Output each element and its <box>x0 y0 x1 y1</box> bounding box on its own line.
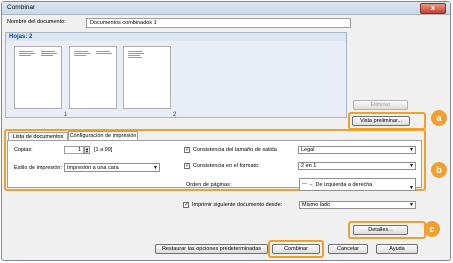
details-button[interactable]: Detalles... <box>353 225 408 235</box>
format-select[interactable]: 2 en 1 ▼ <box>298 162 416 170</box>
print-style-select[interactable]: Impresión a una cara ▼ <box>64 163 160 172</box>
badge-a: a <box>431 110 447 126</box>
doc-name-label: Nombre del documento: <box>7 19 66 25</box>
sheets-header: Hojas: 2 <box>6 33 346 41</box>
copies-input[interactable]: 1 <box>64 146 84 154</box>
page-number-1: 1 <box>64 112 68 118</box>
chevron-down-icon: ▼ <box>409 202 414 208</box>
chevron-down-icon: ▼ <box>409 147 414 153</box>
doc-name-input[interactable]: Documentos combinados 1 <box>86 18 351 28</box>
badge-b: b <box>431 162 447 178</box>
page-order-label: Orden de páginas: <box>186 182 232 188</box>
chevron-down-icon: ▼ <box>153 165 158 171</box>
window-title: Combinar <box>7 4 36 11</box>
preview-button[interactable]: Vista preliminar... <box>352 116 410 126</box>
output-size-value: Legal <box>301 147 315 153</box>
page-thumbnail[interactable] <box>69 46 117 109</box>
copies-stepper[interactable]: ▲ ▼ <box>84 146 90 154</box>
output-size-select[interactable]: Legal ▼ <box>298 146 416 154</box>
print-style-label: Estilo de impresión: <box>14 165 62 171</box>
chevron-down-icon: ▼ <box>409 185 414 191</box>
restore-defaults-button[interactable]: Restaurar las opciones predeterminadas <box>155 244 268 254</box>
copies-range: [1 a 99] <box>94 147 113 153</box>
format-value: 2 en 1 <box>301 163 317 169</box>
page-order-value: De izquierda a derecha <box>315 182 373 188</box>
right-arrow-icon: ─→ <box>302 181 314 188</box>
combine-button[interactable]: Combinar <box>272 244 320 254</box>
combine-dialog: Combinar x Nombre del documento: Documen… <box>1 1 451 261</box>
output-size-checkbox[interactable]: ✓ <box>184 147 190 153</box>
page-number-2: 2 <box>173 112 177 118</box>
next-doc-label: Imprimir siguiente documento desde: <box>192 202 283 208</box>
copies-label: Copias: <box>14 147 33 153</box>
cancel-button[interactable]: Cancelar <box>328 244 368 254</box>
help-button[interactable]: Ayuda <box>376 244 418 254</box>
page-order-select[interactable]: ─→ De izquierda a derecha ▼ <box>299 178 416 191</box>
next-doc-value: Mismo lado <box>302 202 331 208</box>
page-thumbnail[interactable] <box>14 46 62 109</box>
format-label: Consistencia en el formato: <box>193 163 260 169</box>
chevron-down-icon: ▼ <box>409 163 414 169</box>
next-doc-select[interactable]: Mismo lado ▼ <box>299 201 416 209</box>
next-doc-checkbox[interactable]: ✓ <box>183 202 189 208</box>
close-icon[interactable]: x <box>420 3 446 14</box>
title-bar[interactable]: Combinar x <box>2 2 450 15</box>
sheets-panel: Hojas: 2 1 2 <box>5 32 347 118</box>
print-style-value: Impresión a una cara <box>67 165 119 171</box>
page-thumbnail[interactable] <box>123 46 171 109</box>
badge-c: c <box>424 221 440 237</box>
format-checkbox[interactable]: ✓ <box>184 163 190 169</box>
output-size-label: Consistencia del tamaño de salida <box>193 147 277 153</box>
delete-button[interactable]: Eliminar <box>353 100 408 110</box>
